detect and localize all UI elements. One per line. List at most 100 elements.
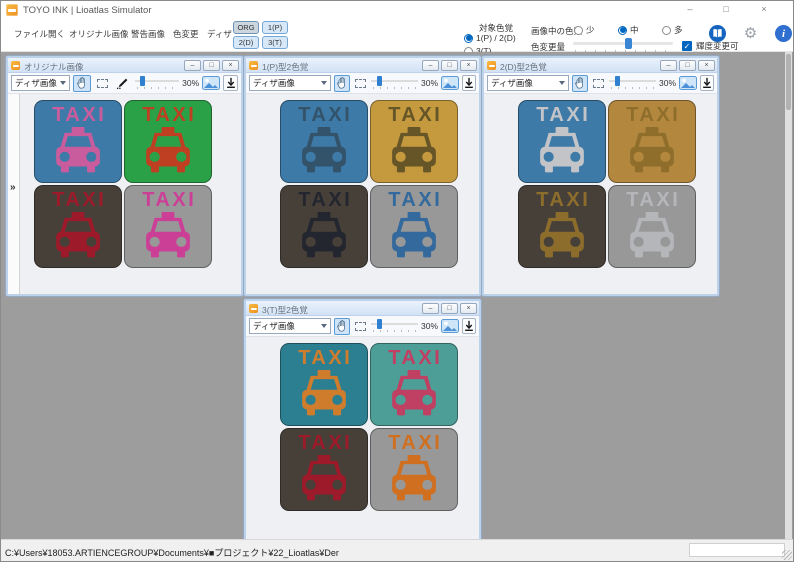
marquee-icon — [97, 79, 108, 88]
slider-thumb[interactable] — [377, 76, 382, 86]
taxi-icon — [386, 212, 442, 260]
pan-hand-tool-button[interactable] — [572, 75, 588, 92]
child-maximize-button[interactable]: □ — [203, 60, 220, 71]
save-download-button[interactable] — [223, 75, 238, 91]
menu-open-file[interactable]: ファイル開く — [14, 28, 65, 40]
pan-hand-tool-button[interactable] — [73, 75, 90, 92]
book-icon — [711, 27, 724, 40]
change-amount-slider[interactable] — [573, 38, 673, 52]
pan-hand-tool-button[interactable] — [334, 75, 350, 92]
slider-thumb[interactable] — [377, 319, 382, 329]
chevron-down-icon — [321, 324, 327, 328]
taxi-icon — [534, 212, 590, 260]
zoom-slider[interactable] — [135, 76, 180, 90]
child-maximize-button[interactable]: □ — [679, 60, 696, 71]
info-icon: i — [782, 28, 785, 40]
image-mode-dropdown[interactable]: ディザ画像 — [487, 75, 569, 91]
child-canvas: TAXI TAXI TAXI TAXI — [246, 337, 479, 539]
child-canvas: » TAXI TAXI TAXI T — [8, 94, 241, 294]
info-button[interactable]: i — [775, 25, 792, 42]
view-button-org[interactable]: ORG — [233, 21, 259, 34]
image-view-button[interactable] — [679, 76, 697, 90]
titlebar[interactable]: TOYO INK | Lioatlas Simulator – □ × — [1, 1, 793, 19]
marquee-select-button[interactable] — [591, 75, 606, 92]
radio-dot — [618, 26, 627, 35]
taxi-text: TAXI — [386, 105, 443, 125]
child-close-button[interactable]: × — [460, 303, 477, 314]
image-view-button[interactable] — [441, 319, 459, 333]
statusbar-panel — [689, 543, 785, 557]
menu-color-change[interactable]: 色変更 — [173, 28, 199, 40]
checkbox: ✓ — [682, 41, 692, 51]
slider-thumb[interactable] — [625, 38, 632, 49]
image-mode-dropdown[interactable]: ディザ画像 — [249, 75, 331, 91]
settings-button[interactable]: ⚙ — [742, 25, 759, 42]
child-minimize-button[interactable]: – — [660, 60, 677, 71]
taxi-text: TAXI — [140, 190, 197, 210]
child-titlebar[interactable]: オリジナル画像 – □ × — [8, 58, 241, 73]
child-maximize-button[interactable]: □ — [441, 60, 458, 71]
menu-warning-image[interactable]: 警告画像 — [131, 28, 165, 40]
child-close-button[interactable]: × — [698, 60, 715, 71]
radio-colors-medium[interactable]: 中 — [618, 24, 639, 36]
gear-icon: ⚙ — [744, 26, 757, 41]
menu-original-image[interactable]: オリジナル画像 — [69, 28, 129, 40]
slider-thumb[interactable] — [140, 76, 145, 86]
marquee-select-button[interactable] — [94, 75, 111, 92]
resize-grip[interactable] — [782, 550, 792, 560]
taxi-icon — [296, 370, 352, 418]
maximize-button[interactable]: □ — [711, 1, 741, 18]
eyedropper-pen-button[interactable] — [114, 75, 131, 92]
taxi-tile: TAXI — [370, 100, 458, 183]
radio-target-1p2d[interactable]: 1(P) / 2(D) — [464, 33, 516, 43]
image-view-button[interactable] — [441, 76, 459, 90]
view-button-1p[interactable]: 1(P) — [262, 21, 288, 34]
hand-icon — [335, 76, 349, 90]
pan-hand-tool-button[interactable] — [334, 318, 350, 335]
radio-colors-many[interactable]: 多 — [662, 24, 683, 36]
slider-thumb[interactable] — [615, 76, 620, 86]
taxi-icon — [296, 212, 352, 260]
image-mode-dropdown[interactable]: ディザ画像 — [11, 75, 70, 91]
marquee-select-button[interactable] — [353, 75, 368, 92]
luminance-checkbox-row[interactable]: ✓ 輝度変更可 — [682, 40, 739, 52]
app-logo-icon — [6, 4, 18, 16]
marquee-select-button[interactable] — [353, 318, 368, 335]
statusbar-path: C:¥Users¥18053.ARTIENCEGROUP¥Documents¥■… — [5, 546, 339, 559]
expand-panel-button[interactable]: » — [10, 182, 16, 193]
child-minimize-button[interactable]: – — [422, 303, 439, 314]
zoom-slider[interactable] — [609, 76, 656, 90]
close-button[interactable]: × — [749, 1, 779, 18]
manual-book-button[interactable] — [709, 25, 726, 42]
taxi-tile: TAXI — [370, 343, 458, 426]
child-titlebar[interactable]: 1(P)型2色覚 – □ × — [246, 58, 479, 73]
radio-colors-few[interactable]: 少 — [574, 24, 595, 36]
child-titlebar[interactable]: 3(T)型2色覚 – □ × — [246, 301, 479, 316]
picture-icon — [679, 76, 697, 90]
download-arrow-icon — [225, 77, 237, 89]
scrollbar-thumb[interactable] — [786, 54, 791, 110]
taxi-text: TAXI — [624, 105, 681, 125]
save-download-button[interactable] — [700, 75, 714, 91]
view-button-3t[interactable]: 3(T) — [262, 36, 288, 49]
taxi-tile: TAXI — [518, 185, 606, 268]
child-close-button[interactable]: × — [222, 60, 239, 71]
child-titlebar[interactable]: 2(D)型2色覚 – □ × — [484, 58, 717, 73]
child-minimize-button[interactable]: – — [184, 60, 201, 71]
save-download-button[interactable] — [462, 318, 476, 334]
view-button-2d[interactable]: 2(D) — [233, 36, 259, 49]
child-maximize-button[interactable]: □ — [441, 303, 458, 314]
child-toolbar: ディザ画像 30% — [484, 73, 717, 94]
image-view-button[interactable] — [202, 76, 220, 90]
app-mini-icon — [11, 61, 20, 70]
picture-icon — [202, 76, 220, 90]
mdi-scrollbar[interactable] — [785, 52, 792, 541]
zoom-slider[interactable] — [371, 76, 418, 90]
save-download-button[interactable] — [462, 75, 476, 91]
child-close-button[interactable]: × — [460, 60, 477, 71]
image-mode-dropdown[interactable]: ディザ画像 — [249, 318, 331, 334]
zoom-slider[interactable] — [371, 319, 418, 333]
minimize-button[interactable]: – — [675, 1, 705, 18]
child-minimize-button[interactable]: – — [422, 60, 439, 71]
menu-dither[interactable]: ディザ — [207, 28, 232, 40]
